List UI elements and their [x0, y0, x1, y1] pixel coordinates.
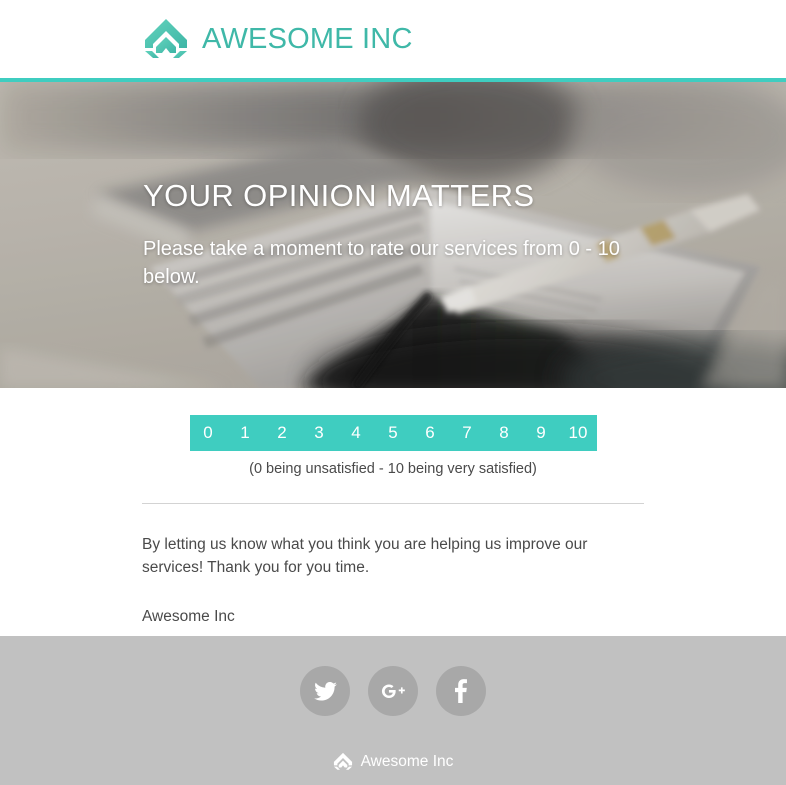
brand-logo[interactable]: AWESOME INC: [143, 17, 413, 61]
twitter-icon: [313, 681, 337, 701]
company-signature: Awesome Inc: [142, 607, 235, 625]
closing-content: By letting us know what you think you ar…: [142, 479, 644, 628]
facebook-icon: [455, 679, 467, 703]
awesome-inc-chevron-logo-icon: [143, 17, 189, 61]
site-footer: Awesome Inc: [0, 636, 786, 785]
rating-option-2[interactable]: 2: [263, 415, 301, 451]
main-content: 0 1 2 3 4 5 6 7 8 9 10 (0 being unsatisf…: [0, 388, 786, 628]
google-plus-icon: [381, 682, 406, 701]
rating-option-4[interactable]: 4: [337, 415, 375, 451]
social-link-facebook[interactable]: [436, 666, 486, 716]
rating-option-7[interactable]: 7: [448, 415, 486, 451]
rating-option-5[interactable]: 5: [374, 415, 412, 451]
footer-brand: Awesome Inc: [333, 752, 454, 771]
brand-name: AWESOME INC: [202, 22, 413, 55]
rating-option-10[interactable]: 10: [559, 415, 597, 451]
rating-option-9[interactable]: 9: [522, 415, 560, 451]
hero-subtitle: Please take a moment to rate our service…: [143, 237, 620, 289]
rating-option-1[interactable]: 1: [226, 415, 264, 451]
rating-option-8[interactable]: 8: [485, 415, 523, 451]
hero-banner: YOUR OPINION MATTERS Please take a momen…: [0, 82, 786, 388]
rating-option-6[interactable]: 6: [411, 415, 449, 451]
footer-brand-name: Awesome Inc: [360, 752, 454, 770]
rating-option-0[interactable]: 0: [189, 415, 227, 451]
site-header: AWESOME INC: [0, 0, 786, 78]
rating-option-3[interactable]: 3: [300, 415, 338, 451]
rating-scale[interactable]: 0 1 2 3 4 5 6 7 8 9 10: [189, 415, 597, 451]
awesome-inc-chevron-logo-small-icon: [333, 752, 353, 771]
hero-content: YOUR OPINION MATTERS Please take a momen…: [143, 82, 703, 388]
social-link-twitter[interactable]: [300, 666, 350, 716]
hero-title: YOUR OPINION MATTERS: [143, 177, 535, 213]
section-divider: [142, 502, 644, 504]
thank-you-message: By letting us know what you think you ar…: [142, 535, 588, 576]
social-link-googleplus[interactable]: [368, 666, 418, 716]
rating-legend: (0 being unsatisfied - 10 being very sat…: [249, 461, 537, 477]
rating-section: 0 1 2 3 4 5 6 7 8 9 10 (0 being unsatisf…: [189, 415, 597, 479]
survey-page: AWESOME INC YOUR OPINION MATTERS Please …: [0, 0, 786, 785]
social-links: [300, 666, 486, 716]
